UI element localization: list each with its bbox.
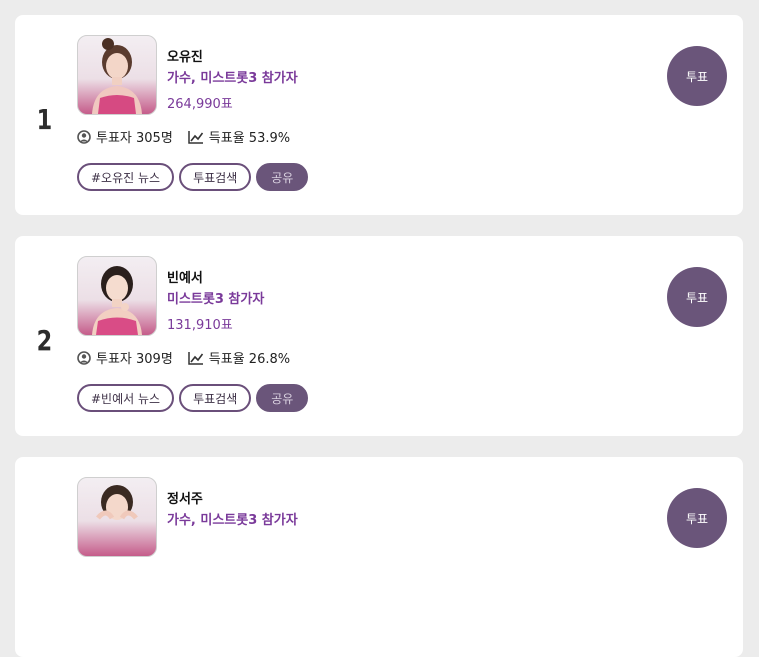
- candidate-role: 가수, 미스트롯3 참가자: [167, 71, 298, 86]
- candidate-photo[interactable]: [77, 256, 157, 336]
- candidate-role: 가수, 미스트롯3 참가자: [167, 513, 298, 528]
- vote-rate: 득표율 26.8%: [188, 348, 290, 367]
- news-tag-button[interactable]: #오유진 뉴스: [77, 163, 175, 191]
- vote-count: 264,990표: [167, 97, 233, 112]
- candidate-photo[interactable]: [77, 477, 157, 557]
- voter-count: 투표자 305명: [77, 127, 173, 146]
- candidate-role: 미스트롯3 참가자: [167, 292, 265, 307]
- candidate-name: 오유진: [167, 50, 203, 65]
- person-circle-icon: [77, 129, 91, 144]
- trending-up-icon: [188, 351, 204, 365]
- vote-button[interactable]: 투표: [667, 46, 727, 106]
- voter-count-label: 투표자 305명: [96, 131, 173, 146]
- tag-row: #오유진 뉴스 투표검색 공유: [77, 163, 313, 191]
- vote-rate-label: 득표율 26.8%: [208, 352, 291, 367]
- candidate-name: 정서주: [167, 492, 203, 507]
- candidate-name: 빈예서: [167, 271, 203, 286]
- share-button[interactable]: 공유: [256, 384, 309, 412]
- tag-row: #빈예서 뉴스 투표검색 공유: [77, 384, 313, 412]
- candidate-card: 2 빈예서 미스트롯3 참가자 131,910표 투표자 309명 득표율 26…: [15, 236, 743, 436]
- voter-count-label: 투표자 309명: [96, 352, 173, 367]
- candidate-card: 1 오유진 가수, 미스트롯3 참가자 264,990표 투표자 305명 득표…: [15, 15, 743, 215]
- person-circle-icon: [77, 350, 91, 365]
- vote-button[interactable]: 투표: [667, 267, 727, 327]
- vote-rate: 득표율 53.9%: [188, 127, 290, 146]
- vote-button[interactable]: 투표: [667, 488, 727, 548]
- news-tag-button[interactable]: #빈예서 뉴스: [77, 384, 175, 412]
- voter-count: 투표자 309명: [77, 348, 173, 367]
- vote-stats: 투표자 305명 득표율 53.9%: [77, 127, 290, 146]
- rank-number: 1: [36, 103, 53, 136]
- vote-rate-label: 득표율 53.9%: [208, 131, 291, 146]
- trending-up-icon: [188, 130, 204, 144]
- vote-search-button[interactable]: 투표검색: [179, 163, 252, 191]
- candidate-card: 정서주 가수, 미스트롯3 참가자 투표: [15, 457, 743, 657]
- candidate-photo[interactable]: [77, 35, 157, 115]
- rank-number: 2: [36, 324, 53, 357]
- vote-count: 131,910표: [167, 318, 233, 333]
- share-button[interactable]: 공유: [256, 163, 309, 191]
- vote-stats: 투표자 309명 득표율 26.8%: [77, 348, 290, 367]
- vote-search-button[interactable]: 투표검색: [179, 384, 252, 412]
